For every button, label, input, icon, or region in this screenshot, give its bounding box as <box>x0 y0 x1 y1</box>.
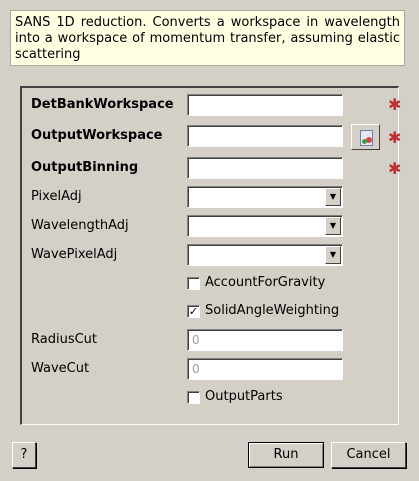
chevron-down-icon[interactable]: ▼ <box>325 217 341 235</box>
account-for-gravity-checkbox[interactable] <box>187 277 200 290</box>
pixel-adj-label: PixelAdj <box>31 189 82 204</box>
asterisk-icon: ✱ <box>388 95 402 114</box>
algorithm-description: SANS 1D reduction. Converts a workspace … <box>10 10 405 66</box>
radius-cut-input[interactable]: 0 <box>187 329 343 351</box>
wave-cut-label: WaveCut <box>31 361 90 376</box>
radius-cut-label: RadiusCut <box>31 332 98 347</box>
account-for-gravity-label: AccountForGravity <box>205 275 326 290</box>
chevron-down-icon[interactable]: ▼ <box>325 246 341 264</box>
solid-angle-weighting-checkbox[interactable]: ✓ <box>187 305 200 318</box>
asterisk-icon: ✱ <box>388 128 402 147</box>
output-binning-label: OutputBinning <box>31 160 139 175</box>
chevron-down-icon[interactable]: ▼ <box>325 188 341 206</box>
wave-cut-input[interactable]: 0 <box>187 358 343 380</box>
wave-pixel-adj-label: WavePixelAdj <box>31 247 118 262</box>
solid-angle-weighting-label: SolidAngleWeighting <box>205 303 340 318</box>
output-parts-checkbox[interactable] <box>187 391 200 404</box>
output-workspace-label: OutputWorkspace <box>31 128 163 143</box>
wave-pixel-adj-select[interactable]: ▼ <box>187 244 343 266</box>
run-button[interactable]: Run <box>248 442 324 468</box>
help-button[interactable]: ? <box>12 442 36 468</box>
wavelength-adj-label: WavelengthAdj <box>31 218 129 233</box>
output-parts-label: OutputParts <box>205 389 283 404</box>
det-bank-workspace-input[interactable] <box>187 94 343 116</box>
wavelength-adj-select[interactable]: ▼ <box>187 215 343 237</box>
output-workspace-input[interactable] <box>187 125 343 147</box>
pixel-adj-select[interactable]: ▼ <box>187 186 343 208</box>
output-binning-input[interactable] <box>187 157 343 179</box>
cancel-button[interactable]: Cancel <box>331 442 406 468</box>
workspace-browse-button[interactable] <box>351 124 380 150</box>
det-bank-workspace-label: DetBankWorkspace <box>31 97 174 112</box>
asterisk-icon: ✱ <box>388 159 402 178</box>
